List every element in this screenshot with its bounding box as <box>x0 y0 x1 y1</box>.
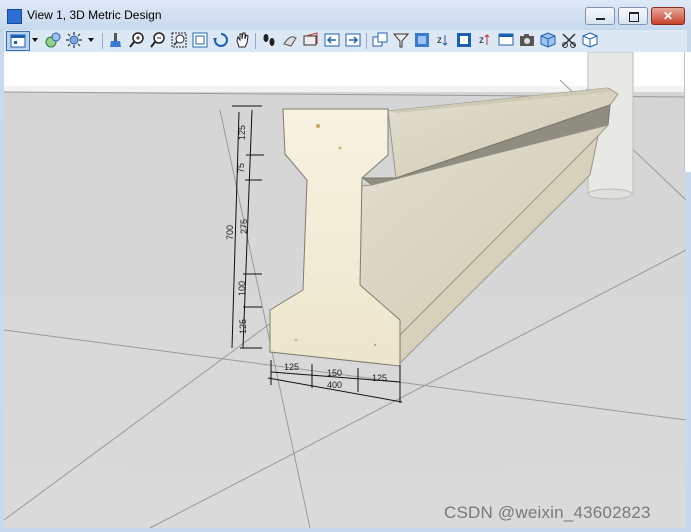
view-attributes-button[interactable] <box>6 31 30 51</box>
view-toggle-icon <box>457 33 471 47</box>
scrollbar-edge[interactable] <box>684 52 691 172</box>
lighting-icon <box>66 32 82 48</box>
view-next-icon <box>345 33 361 47</box>
fly-icon <box>283 36 297 47</box>
minimize-icon <box>596 18 605 20</box>
3d-cube-icon <box>540 32 556 48</box>
maximize-button[interactable] <box>618 7 648 25</box>
total-width-label: 400 <box>327 380 342 390</box>
zoom-in-icon <box>129 32 144 48</box>
copy-view-button[interactable] <box>371 31 389 49</box>
dimension-label: 75 <box>236 163 246 173</box>
rotate-view-icon <box>213 33 228 47</box>
z-front-button[interactable]: z <box>434 31 452 49</box>
zoom-out-button[interactable] <box>149 31 167 49</box>
pan-view-icon <box>236 32 249 48</box>
clip-mask-button[interactable] <box>560 31 578 49</box>
camera-icon <box>303 32 318 46</box>
svg-text:z: z <box>437 35 442 46</box>
view-next-button[interactable] <box>344 31 362 49</box>
fit-view-icon <box>192 32 208 48</box>
zoom-out-icon <box>150 32 165 48</box>
lighting-button[interactable] <box>65 31 83 49</box>
display-style-icon <box>45 32 61 48</box>
save-view-icon <box>498 33 514 46</box>
standard-views-icon <box>582 32 598 48</box>
dimension-label: 275 <box>239 219 249 234</box>
fly-button[interactable] <box>281 31 299 49</box>
save-view-button[interactable] <box>497 31 515 49</box>
dimension-label: 125 <box>237 125 247 140</box>
close-button[interactable]: ✕ <box>651 7 685 25</box>
walk-button[interactable] <box>260 31 278 49</box>
view-toolbar: z z <box>4 30 687 52</box>
model-drawing: 125 75 275 100 125 700 125 150 125 400 <box>4 52 686 528</box>
fit-view-button[interactable] <box>191 31 209 49</box>
view-previous-button[interactable] <box>323 31 341 49</box>
dimension-label: 100 <box>237 281 247 296</box>
z-front-icon: z <box>437 35 448 46</box>
update-view-button[interactable] <box>107 31 125 49</box>
z-back-button[interactable]: z <box>476 31 494 49</box>
camera-button[interactable] <box>302 31 320 49</box>
window-title: View 1, 3D Metric Design <box>27 8 162 22</box>
dimension-label: 125 <box>238 319 248 334</box>
render-button[interactable] <box>413 31 431 49</box>
lighting-dropdown[interactable] <box>86 31 96 49</box>
dropdown-arrow-icon <box>88 38 94 42</box>
view-attributes-dropdown[interactable] <box>30 31 40 49</box>
update-view-icon <box>110 33 121 47</box>
minimize-button[interactable] <box>585 7 615 25</box>
dimension-label: 125 <box>372 373 387 383</box>
dimension-label: 150 <box>327 368 342 378</box>
close-icon: ✕ <box>662 9 674 23</box>
view-toggle-button[interactable] <box>455 31 473 49</box>
walk-icon <box>263 34 275 46</box>
title-bar[interactable]: View 1, 3D Metric Design ✕ <box>0 0 691 30</box>
3d-cube-button[interactable] <box>539 31 557 49</box>
render-icon <box>415 33 429 47</box>
clip-volume-icon <box>393 33 409 48</box>
pan-view-button[interactable] <box>233 31 251 49</box>
application-window: View 1, 3D Metric Design ✕ z z 125 75 27… <box>0 0 691 532</box>
clip-volume-button[interactable] <box>392 31 410 49</box>
view-previous-icon <box>324 33 340 47</box>
total-height-label: 700 <box>225 225 235 240</box>
3d-view-canvas[interactable]: 125 75 275 100 125 700 125 150 125 400 <box>4 52 686 528</box>
snapshot-camera-button[interactable] <box>518 31 536 49</box>
svg-text:z: z <box>479 35 484 46</box>
window-area-icon <box>171 32 187 48</box>
maximize-icon <box>629 12 639 22</box>
dropdown-arrow-icon <box>32 38 38 42</box>
z-back-icon: z <box>479 34 490 46</box>
app-icon <box>7 9 22 24</box>
clip-mask-icon <box>562 33 576 48</box>
toolbar-separator <box>366 33 367 49</box>
snapshot-camera-icon <box>520 34 534 46</box>
watermark: CSDN @weixin_43602823 <box>444 503 651 522</box>
toolbar-separator <box>255 33 256 49</box>
toolbar-separator <box>102 33 103 49</box>
dimension-label: 125 <box>284 362 299 372</box>
display-style-button[interactable] <box>44 31 62 49</box>
rotate-view-button[interactable] <box>212 31 230 49</box>
zoom-in-button[interactable] <box>128 31 146 49</box>
copy-view-icon <box>372 32 388 47</box>
view-attributes-icon <box>10 34 26 48</box>
window-area-button[interactable] <box>170 31 188 49</box>
standard-views-button[interactable] <box>581 31 599 49</box>
